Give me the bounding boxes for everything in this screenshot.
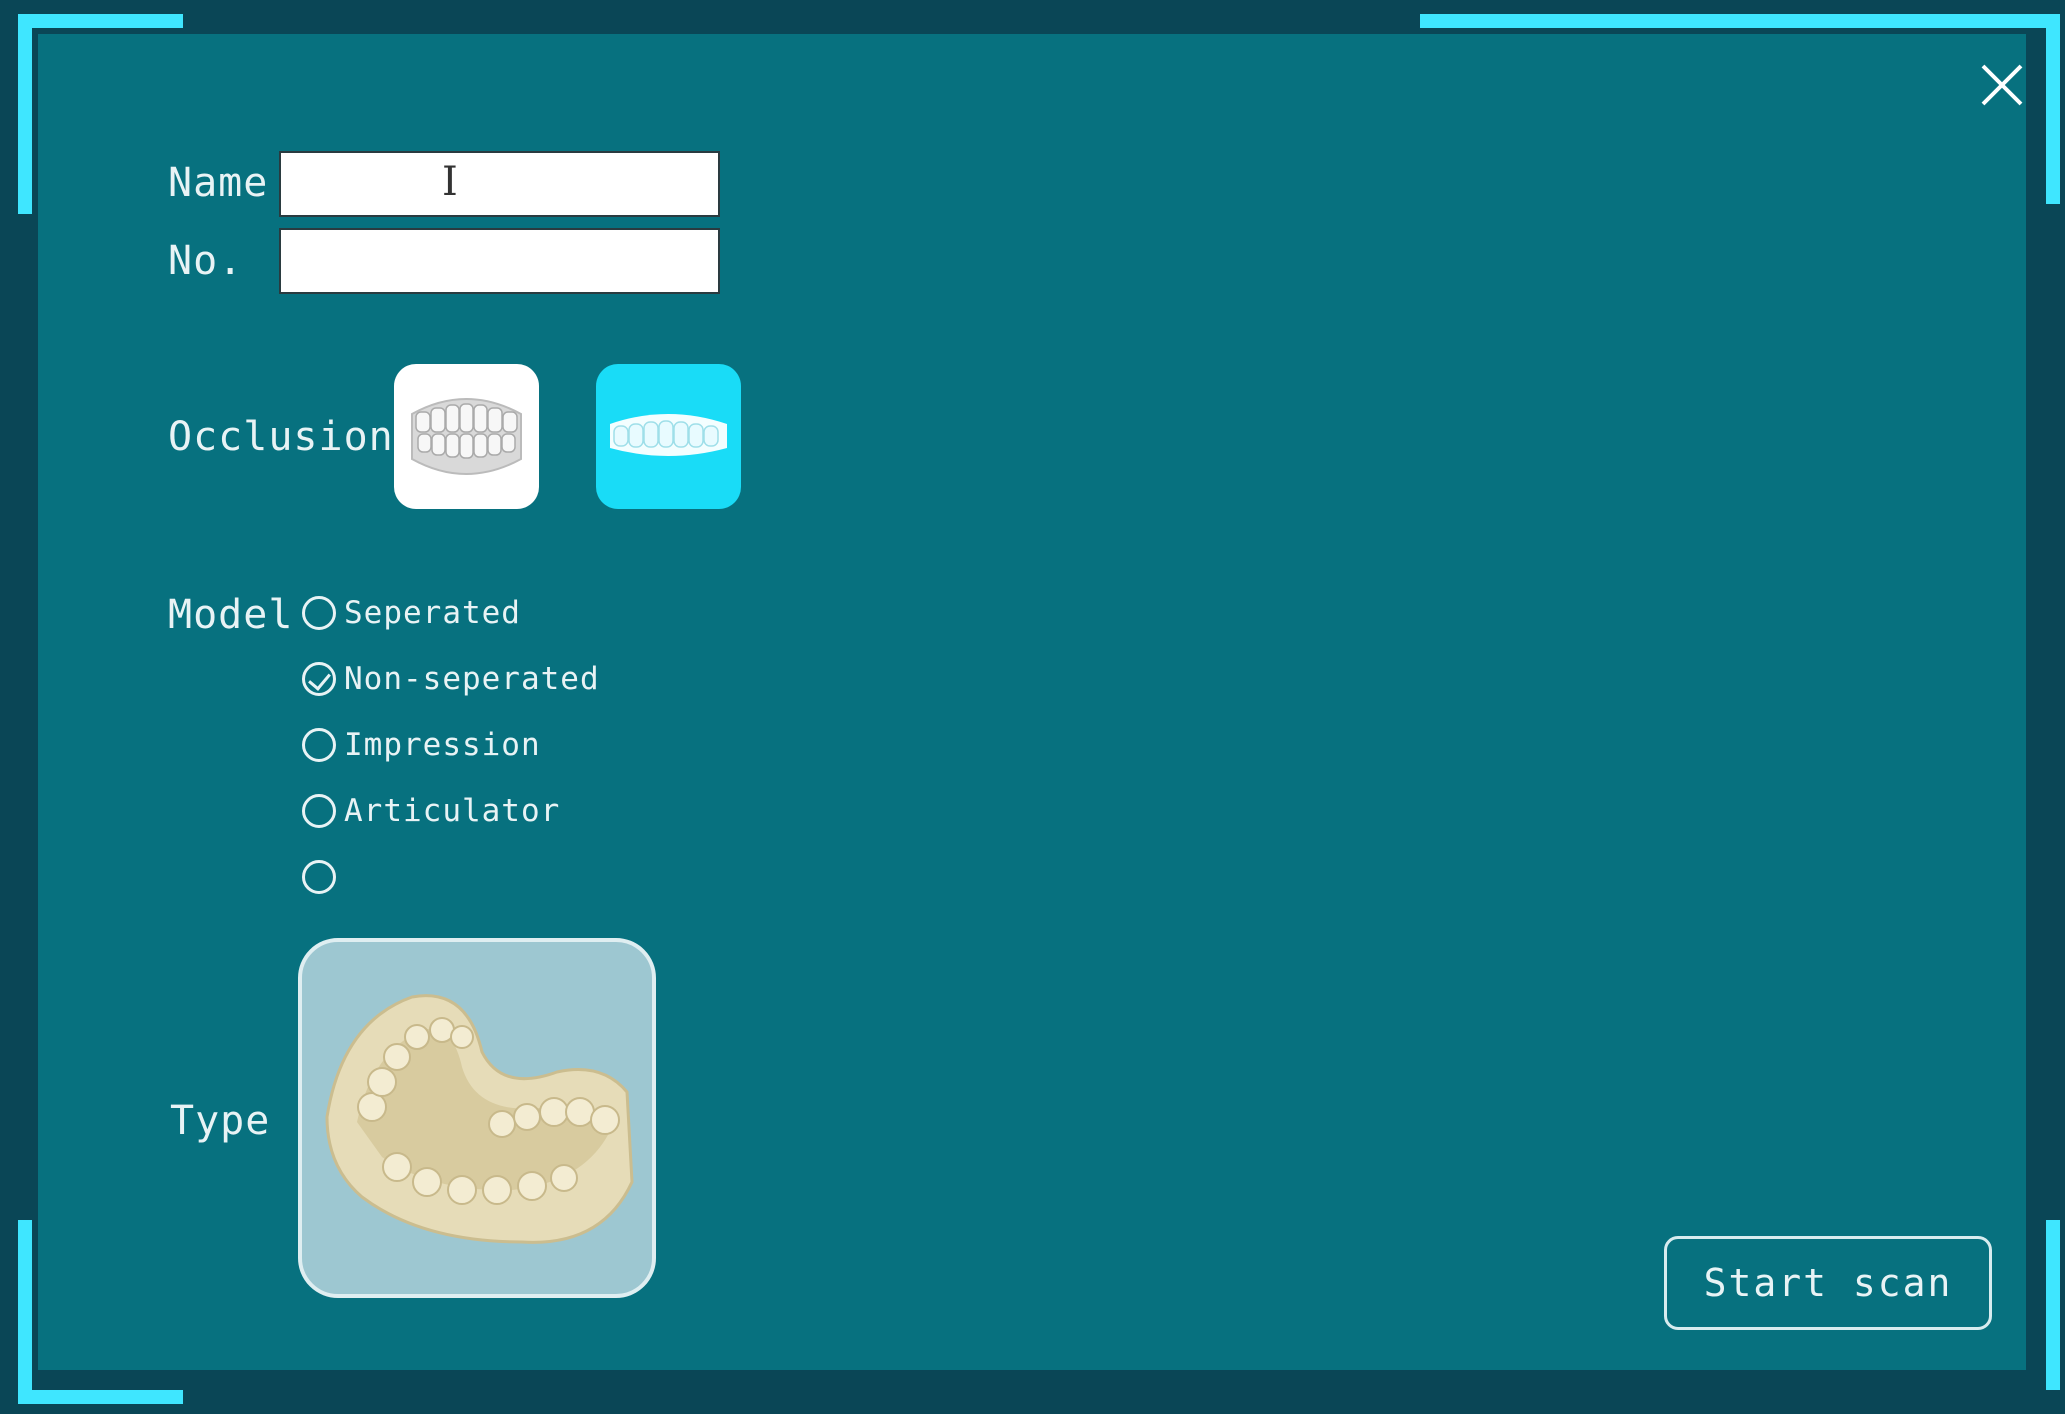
- model-option-seperated[interactable]: Seperated: [302, 588, 521, 638]
- type-label: Type: [170, 1098, 271, 1144]
- frame-corner-bl: [18, 1390, 183, 1404]
- frame-corner-tr-v: [2046, 14, 2060, 204]
- start-scan-button[interactable]: Start scan: [1664, 1236, 1992, 1330]
- dental-model-image: [325, 994, 634, 1244]
- radio-button[interactable]: [302, 596, 336, 630]
- frame-corner-br-v: [2046, 1220, 2060, 1390]
- model-option-non-seperated[interactable]: Non-seperated: [302, 654, 600, 704]
- close-icon[interactable]: [1979, 62, 2025, 108]
- model-option-unlabeled[interactable]: [302, 852, 344, 902]
- name-input[interactable]: I: [279, 151, 720, 217]
- model-option-label: Impression: [344, 727, 541, 763]
- model-label: Model: [168, 592, 294, 638]
- model-option-impression[interactable]: Impression: [302, 720, 541, 770]
- frame-corner-tr: [1420, 14, 2060, 28]
- occlusion-label: Occlusion: [168, 414, 394, 460]
- radio-button[interactable]: [302, 794, 336, 828]
- occlusion-option-bite[interactable]: [596, 364, 741, 509]
- teeth-bite-icon: [610, 414, 727, 456]
- radio-button-checked[interactable]: [302, 662, 336, 696]
- radio-button[interactable]: [302, 860, 336, 894]
- no-label: No.: [168, 238, 244, 284]
- text-cursor-icon: I: [442, 159, 458, 205]
- frame-corner-bl-v: [18, 1220, 32, 1404]
- model-option-label: Articulator: [344, 793, 561, 829]
- model-option-label: Non-seperated: [344, 661, 600, 697]
- model-option-label: Seperated: [344, 595, 521, 631]
- number-input[interactable]: [279, 228, 720, 294]
- check-icon: [308, 667, 331, 691]
- type-preview-card[interactable]: [298, 938, 656, 1298]
- frame-corner-tl: [18, 14, 183, 28]
- radio-button[interactable]: [302, 728, 336, 762]
- frame-corner-tl-v: [18, 14, 32, 214]
- teeth-occlusion-icon: [411, 398, 522, 475]
- name-label: Name: [168, 160, 269, 206]
- model-option-articulator[interactable]: Articulator: [302, 786, 560, 836]
- occlusion-option-full-arch[interactable]: [394, 364, 539, 509]
